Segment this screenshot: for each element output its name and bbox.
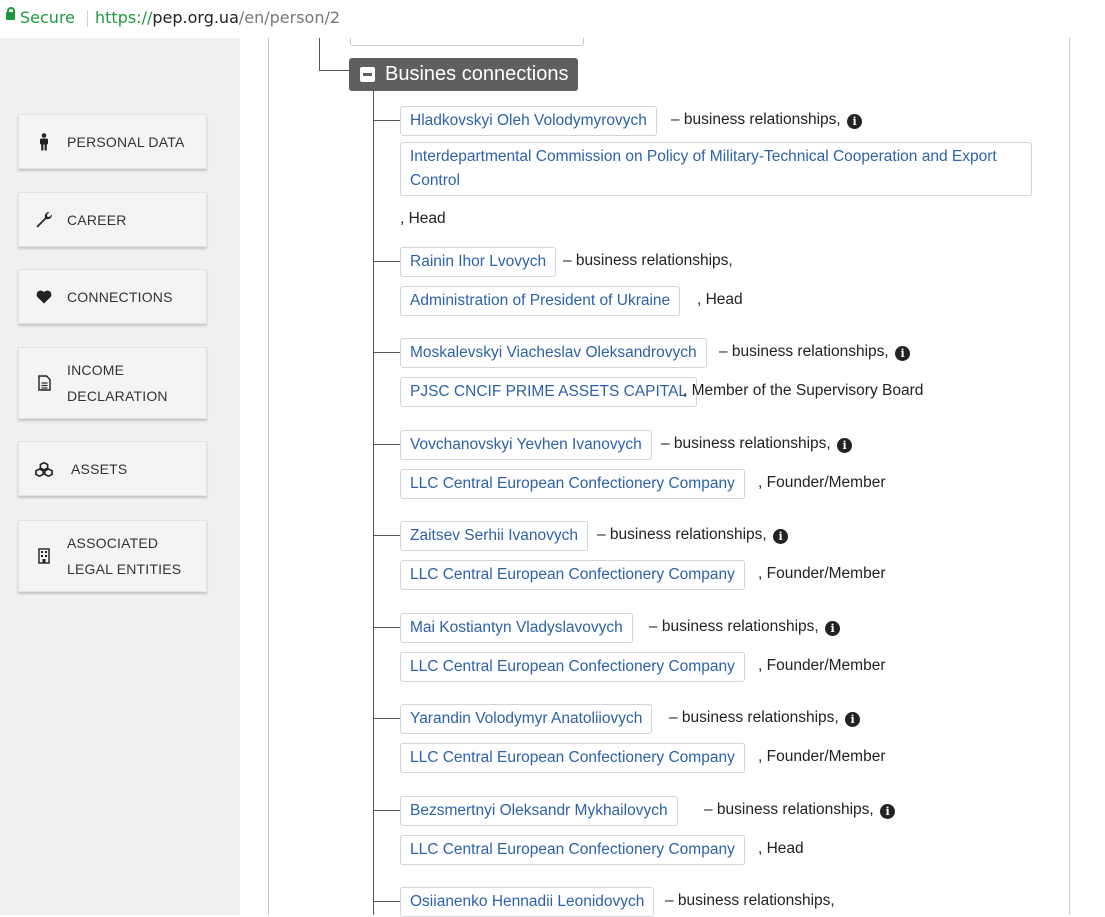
sidebar-item-label: ASSOCIATED LEGAL ENTITIES <box>67 535 182 577</box>
company-link[interactable]: LLC Central European Confectionery Compa… <box>400 835 745 865</box>
role-text: , Head <box>758 840 804 857</box>
company-link[interactable]: LLC Central European Confectionery Compa… <box>400 652 745 682</box>
sidebar-item-label: CAREER <box>67 211 127 228</box>
tree-branch <box>373 627 400 628</box>
person-link[interactable]: Moskalevskyi Viacheslav Oleksandrovych <box>400 338 707 368</box>
tree-line <box>373 91 374 915</box>
tree-branch <box>373 120 400 121</box>
url-scheme: https:// <box>95 8 153 27</box>
url-path: /en/person/2 <box>238 8 341 27</box>
browser-url-bar[interactable]: Secure https://pep.org.ua/en/person/2 <box>0 0 1105 36</box>
secure-label: Secure <box>20 8 76 27</box>
heart-icon <box>35 288 53 306</box>
lock-icon <box>6 7 15 20</box>
company-link[interactable]: LLC Central European Confectionery Compa… <box>400 560 745 590</box>
url-host: pep.org.ua <box>152 8 239 27</box>
relation-text: – business relationships, i <box>661 430 853 458</box>
wrench-icon <box>35 211 53 229</box>
person-link[interactable]: Vovchanovskyi Yevhen Ivanovych <box>400 430 652 460</box>
sidebar-item-career[interactable]: CAREER <box>18 192 207 247</box>
person-link[interactable]: Hladkovskyi Oleh Volodymyrovych <box>400 106 657 136</box>
sidebar: PERSONAL DATA CAREER CONNECTIONS INCOME … <box>0 38 240 915</box>
document-icon <box>35 374 53 392</box>
url-text[interactable]: https://pep.org.ua/en/person/2 <box>95 0 340 36</box>
company-link[interactable]: Administration of President of Ukraine <box>400 286 681 316</box>
tree-line <box>319 38 320 70</box>
info-icon[interactable]: i <box>880 804 896 819</box>
sidebar-item-label: INCOME DECLARATION <box>67 362 168 404</box>
cubes-icon <box>35 460 53 478</box>
sidebar-item-label: PERSONAL DATA <box>67 133 185 150</box>
tree-branch <box>373 718 400 719</box>
person-link[interactable]: Rainin Ihor Lvovych <box>400 247 557 277</box>
person-link[interactable]: Bezsmertnyi Oleksandr Mykhailovych <box>400 796 678 826</box>
company-link[interactable]: PJSC CNCIF PRIME ASSETS CAPITAL <box>400 377 698 407</box>
tree-line <box>319 70 349 71</box>
person-link[interactable]: Zaitsev Serhii Ivanovych <box>400 521 588 551</box>
tree-branch <box>373 535 400 536</box>
relation-text: – business relationships, <box>563 252 733 269</box>
person-link[interactable]: Mai Kostiantyn Vladyslavovych <box>400 613 633 643</box>
info-icon[interactable]: i <box>837 438 853 453</box>
tree-branch <box>373 261 400 262</box>
role-text: , Founder/Member <box>758 474 886 491</box>
person-link[interactable]: Yarandin Volodymyr Anatoliiovych <box>400 704 653 734</box>
relation-text: – business relationships, i <box>704 796 896 824</box>
info-icon[interactable]: i <box>825 621 841 636</box>
company-link[interactable]: Interdepartmental Commission on Policy o… <box>400 142 1032 196</box>
company-link[interactable]: LLC Central European Confectionery Compa… <box>400 743 745 773</box>
person-link[interactable]: Osiianenko Hennadii Leonidovych <box>400 887 655 917</box>
tree-branch <box>373 352 400 353</box>
info-icon[interactable]: i <box>847 114 863 129</box>
building-icon <box>35 547 53 565</box>
relation-text: – business relationships, i <box>669 704 861 732</box>
tree-branch <box>373 810 400 811</box>
person-icon <box>35 132 53 151</box>
info-icon[interactable]: i <box>895 346 911 361</box>
connections-panel: Busines connections Hladkovskyi Oleh Vol… <box>268 38 1070 917</box>
role-text: , Founder/Member <box>758 657 886 674</box>
info-icon[interactable]: i <box>845 712 861 727</box>
sidebar-item-income-declaration[interactable]: INCOME DECLARATION <box>18 347 207 419</box>
sidebar-item-personal-data[interactable]: PERSONAL DATA <box>18 114 207 169</box>
sidebar-item-label: ASSETS <box>71 460 128 477</box>
role-text: , Founder/Member <box>758 748 886 765</box>
role-text: , Head <box>400 210 446 227</box>
relation-text: – business relationships, i <box>719 338 911 366</box>
relation-text: – business relationships, i <box>671 106 863 134</box>
sidebar-item-assets[interactable]: ASSETS <box>18 441 207 496</box>
sidebar-item-label: CONNECTIONS <box>67 288 173 305</box>
sidebar-item-associated-legal-entities[interactable]: ASSOCIATED LEGAL ENTITIES <box>18 520 207 592</box>
relation-text: – business relationships, i <box>597 521 789 549</box>
relation-text: – business relationships, <box>665 892 835 909</box>
url-separator <box>87 10 88 27</box>
tree-branch <box>373 901 400 902</box>
collapse-icon <box>360 67 375 82</box>
company-link[interactable]: LLC Central European Confectionery Compa… <box>400 469 745 499</box>
tree-branch <box>373 444 400 445</box>
section-toggle-busines-connections[interactable]: Busines connections <box>349 58 579 91</box>
role-text: , Member of the Supervisory Board <box>683 382 924 399</box>
relation-text: – business relationships, i <box>649 613 841 641</box>
info-icon[interactable]: i <box>773 529 789 544</box>
sidebar-item-connections[interactable]: CONNECTIONS <box>18 269 207 324</box>
previous-section-stub <box>350 38 584 46</box>
role-text: , Head <box>697 291 743 308</box>
section-title: Busines connections <box>385 63 569 85</box>
role-text: , Founder/Member <box>758 565 886 582</box>
